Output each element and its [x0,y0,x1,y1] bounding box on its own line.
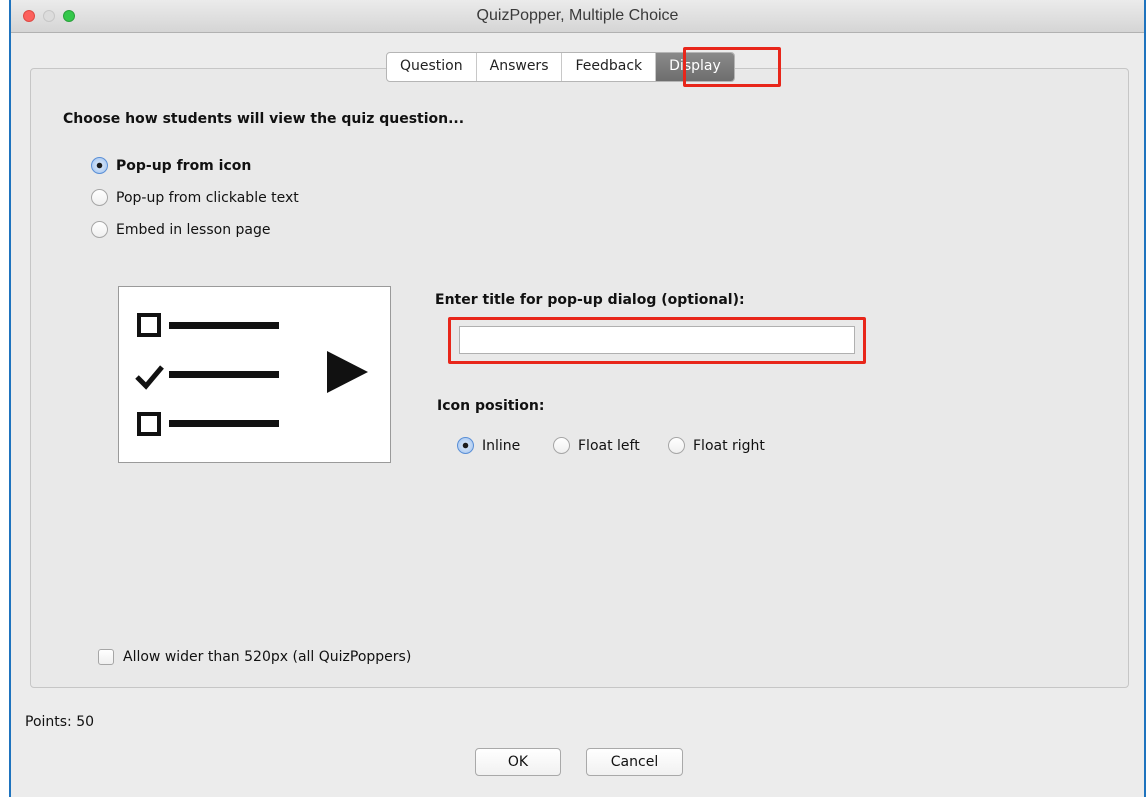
quiz-list-play-icon [135,313,368,436]
icon-position-label: Icon position: [437,398,545,414]
allow-wider-option[interactable]: Allow wider than 520px (all QuizPoppers) [98,649,411,665]
position-float-right[interactable]: Float right [668,437,765,454]
option-label: Embed in lesson page [116,221,271,238]
option-label: Pop-up from icon [116,157,252,174]
allow-wider-checkbox[interactable] [98,649,114,665]
ok-button[interactable]: OK [475,748,561,776]
cancel-button[interactable]: Cancel [586,748,683,776]
list-line-icon [169,371,279,378]
radio-button[interactable] [553,437,570,454]
option-embed[interactable]: Embed in lesson page [91,221,270,238]
tab-question[interactable]: Question [387,53,477,81]
list-line-icon [169,420,279,427]
empty-checkbox-icon [137,412,161,436]
title-field-label: Enter title for pop-up dialog (optional)… [435,292,745,308]
radio-button[interactable] [91,189,108,206]
option-popup-from-text[interactable]: Pop-up from clickable text [91,189,299,206]
radio-button[interactable] [91,221,108,238]
position-inline[interactable]: Inline [457,437,520,454]
dialog-window: QuizPopper, Multiple Choice Question Ans… [9,0,1146,797]
radio-button[interactable] [668,437,685,454]
empty-checkbox-icon [137,313,161,337]
option-popup-from-icon[interactable]: Pop-up from icon [91,157,251,174]
title-bar: QuizPopper, Multiple Choice [11,0,1144,33]
points-label: Points: 50 [25,714,95,730]
list-line-icon [169,322,279,329]
checkmark-icon [135,365,164,390]
allow-wider-label: Allow wider than 520px (all QuizPoppers) [123,649,412,665]
option-label: Inline [482,437,521,454]
option-label: Pop-up from clickable text [116,189,299,206]
display-preview [118,286,391,463]
option-label: Float left [578,437,640,454]
position-float-left[interactable]: Float left [553,437,640,454]
tab-answers[interactable]: Answers [477,53,563,81]
tab-feedback[interactable]: Feedback [562,53,657,81]
window-title: QuizPopper, Multiple Choice [476,7,679,24]
view-heading: Choose how students will view the quiz q… [63,111,465,127]
tab-bar: Question Answers Feedback Display [386,52,735,82]
play-icon [327,351,368,393]
popup-title-input[interactable] [459,326,855,354]
option-label: Float right [693,437,765,454]
tab-display[interactable]: Display [656,53,734,81]
radio-button-selected[interactable] [457,437,474,454]
radio-button-selected[interactable] [91,157,108,174]
